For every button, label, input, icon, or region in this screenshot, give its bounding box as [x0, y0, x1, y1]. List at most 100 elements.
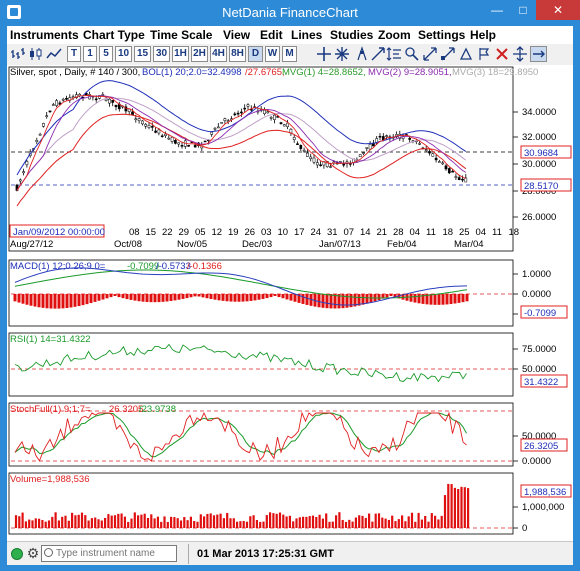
menu-time-scale[interactable]: Time Scale	[150, 28, 212, 42]
menu-settings[interactable]: Settings	[418, 28, 465, 42]
macd-histogram-bar	[97, 294, 101, 301]
volume-panel[interactable]: Volume=1,988,536 1,000,000 0 1,988,536	[8, 472, 572, 535]
month-tick-label: Nov/05	[177, 239, 207, 250]
volume-y-tick-label: 0	[522, 523, 527, 534]
volume-bar	[24, 521, 27, 528]
macd-histogram-bar	[269, 294, 273, 298]
timescale-1h-button[interactable]: 1H	[172, 46, 189, 62]
candle-chart-icon[interactable]	[28, 46, 44, 62]
volume-bar	[160, 521, 163, 528]
candle-body	[279, 122, 283, 125]
volume-bar	[275, 513, 278, 528]
macd-histogram-bar	[329, 294, 333, 309]
macd-panel[interactable]: MACD(1) 12;0.26;9.0= -0.7099 /-0.5733 /-…	[8, 259, 568, 327]
menu-studies[interactable]: Studies	[330, 28, 373, 42]
volume-bar	[199, 514, 202, 528]
chart-svg[interactable]: Silver, spot , Daily, # 140 / 300, BOL(1…	[7, 65, 573, 540]
remove-icon[interactable]	[494, 46, 510, 62]
volume-bar	[335, 515, 338, 528]
menu-zoom[interactable]: Zoom	[378, 28, 411, 42]
candle-body	[309, 156, 313, 159]
timescale-tick-button[interactable]: T	[67, 46, 81, 62]
rsi-label: RSI(1) 14=31.4322	[10, 334, 91, 345]
macd-histogram-bar	[229, 294, 233, 302]
volume-bar	[325, 513, 328, 528]
maximize-button[interactable]: □	[510, 0, 536, 20]
studies-icon[interactable]	[334, 46, 350, 62]
timescale-weekly-button[interactable]: W	[265, 46, 280, 62]
bollinger-label: BOL(1) 20;2.0=32.4998	[142, 67, 242, 78]
macd-histogram-bar	[289, 294, 293, 301]
instrument-search-input[interactable]	[41, 545, 177, 562]
gear-icon[interactable]: ⚙	[25, 545, 41, 561]
macd-histogram-bar	[69, 294, 73, 308]
day-tick-label: 24	[311, 227, 322, 238]
line-chart-icon[interactable]	[46, 46, 62, 62]
minimize-button[interactable]: —	[484, 0, 510, 20]
volume-bar	[179, 520, 183, 528]
volume-bar	[21, 512, 24, 528]
macd-histogram-bar	[185, 294, 189, 299]
crosshair-icon[interactable]	[316, 46, 332, 62]
candle-body	[174, 140, 177, 144]
volume-bar	[434, 515, 437, 528]
volume-bar	[447, 483, 450, 528]
price-panel[interactable]: Silver, spot , Daily, # 140 / 300, BOL(1…	[8, 66, 572, 252]
timescale-15-button[interactable]: 15	[134, 46, 151, 62]
volume-bar	[404, 521, 407, 528]
timescale-daily-button[interactable]: D	[248, 46, 263, 62]
title-bar: NetDania FinanceChart — □ ✕	[0, 0, 580, 26]
candle-body	[177, 142, 181, 145]
link-icon[interactable]	[530, 46, 547, 62]
macd-histogram-bar	[93, 294, 97, 302]
macd-histogram-bar	[113, 294, 117, 297]
bar-chart-icon[interactable]	[10, 46, 26, 62]
timescale-8h-button[interactable]: 8H	[229, 46, 246, 62]
macd-histogram-bar	[389, 294, 393, 297]
stochastic-panel[interactable]: StochFull(1) 9;1;7= 26.3205 /23.9738 50.…	[8, 402, 568, 467]
volume-bar	[84, 515, 87, 528]
rsi-panel[interactable]: RSI(1) 14=31.4322 75.0000 50.0000 31.4322	[8, 332, 568, 397]
menu-lines[interactable]: Lines	[291, 28, 322, 42]
diagonal-arrows-icon[interactable]	[370, 46, 386, 62]
close-button[interactable]: ✕	[536, 0, 580, 20]
settings-icon[interactable]	[422, 46, 438, 62]
menu-chart-type[interactable]: Chart Type	[83, 28, 145, 42]
candle-body	[111, 100, 115, 103]
candle-body	[269, 117, 273, 119]
timescale-10-button[interactable]: 10	[115, 46, 132, 62]
timescale-5-button[interactable]: 5	[99, 46, 113, 62]
stochastic-label-name: StochFull(1) 9;1;7=	[10, 404, 91, 415]
macd-histogram-bar	[21, 294, 25, 304]
volume-bar	[219, 513, 222, 528]
chart-area[interactable]: Silver, spot , Daily, # 140 / 300, BOL(1…	[7, 65, 573, 540]
timescale-2h-button[interactable]: 2H	[191, 46, 208, 62]
pin-icon[interactable]	[354, 46, 370, 62]
stochastic-y-tick-label: 0.0000	[522, 456, 551, 467]
menu-instruments[interactable]: Instruments	[10, 28, 79, 42]
day-tick-label: 26	[245, 227, 256, 238]
macd-histogram-bar	[305, 294, 309, 305]
timescale-1-button[interactable]: 1	[83, 46, 97, 62]
marker-tool-icon[interactable]	[458, 46, 474, 62]
move-icon[interactable]	[512, 46, 528, 62]
volume-bar	[387, 519, 390, 528]
timescale-30-button[interactable]: 30	[153, 46, 170, 62]
menu-view[interactable]: View	[223, 28, 250, 42]
macd-histogram-bar	[233, 294, 237, 302]
macd-histogram-bar	[325, 294, 329, 309]
scale-arrows-icon[interactable]	[386, 46, 402, 62]
mark-icon[interactable]	[440, 46, 456, 62]
flag-icon[interactable]	[476, 46, 492, 62]
macd-histogram-bar	[285, 294, 289, 300]
bollinger-lower-label: /27.6765,	[245, 67, 285, 78]
candle-body	[150, 126, 154, 128]
timescale-4h-button[interactable]: 4H	[210, 46, 227, 62]
timescale-monthly-button[interactable]: M	[282, 46, 297, 62]
candle-body	[203, 140, 207, 143]
menu-edit[interactable]: Edit	[260, 28, 283, 42]
candle-body	[282, 124, 286, 127]
zoom-icon[interactable]	[404, 46, 420, 62]
menu-help[interactable]: Help	[470, 28, 496, 42]
day-tick-label: 11	[426, 227, 436, 238]
